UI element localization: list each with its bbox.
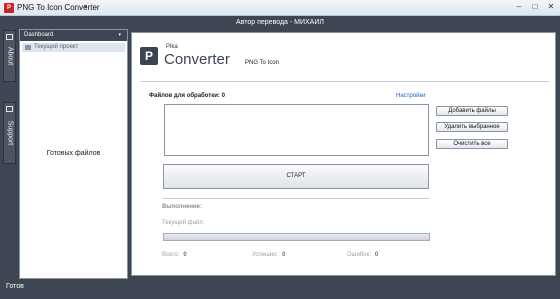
files-count-label: Файлов для обработки: 0: [149, 93, 225, 99]
ready-files-label: Готовых файлов: [46, 150, 101, 157]
stat-success-value: 0: [282, 252, 286, 258]
dashboard-header[interactable]: Dashboard ▾: [20, 30, 127, 41]
start-button[interactable]: СТАРТ: [163, 164, 429, 189]
tab-support-label: Support: [6, 120, 14, 146]
remove-selected-button[interactable]: Удалить выбранное: [436, 122, 508, 132]
stat-total-label: Всего:: [162, 252, 180, 258]
translator-bar: Автор перевода - МИХАИЛ: [0, 16, 560, 29]
tab-about-label: About: [6, 46, 14, 66]
current-file-label: Текущий файл:: [162, 220, 205, 226]
minimize-button[interactable]: –: [514, 2, 524, 12]
current-project-label: Текущий проект: [34, 44, 79, 50]
dashboard-title: Dashboard: [24, 32, 54, 38]
chevron-down-icon[interactable]: ▾: [118, 30, 121, 41]
dashboard-panel: Dashboard ▾ Текущий проект Готовых файло…: [19, 29, 128, 279]
file-list[interactable]: [164, 104, 429, 156]
title-menu-arrow-icon[interactable]: ▾: [84, 3, 87, 10]
stat-errors: Ошибок: 0: [347, 252, 378, 258]
status-text: Готов: [6, 283, 24, 290]
settings-link[interactable]: Настройки: [396, 93, 425, 99]
close-button[interactable]: ✕: [546, 2, 556, 12]
progress-bar: [163, 233, 430, 241]
status-bar: Готов: [0, 279, 560, 299]
app-icon[interactable]: P: [4, 3, 14, 13]
stat-errors-label: Ошибок:: [347, 252, 371, 258]
add-files-button[interactable]: Добавить файлы: [436, 106, 508, 116]
logo-small-text: Pika: [166, 44, 178, 50]
sidebar-item-current-project[interactable]: Текущий проект: [22, 43, 125, 52]
about-icon: [6, 34, 13, 40]
tab-about[interactable]: About: [3, 30, 16, 82]
logo-icon: P: [140, 47, 158, 65]
progress-title: Выполнение:: [162, 204, 203, 210]
progress-divider: [162, 198, 430, 199]
window-controls: – □ ✕: [514, 2, 556, 12]
title-bar: P PNG To Icon Converter ▾ – □ ✕: [0, 0, 560, 16]
project-icon: [25, 45, 31, 50]
header-divider: [140, 81, 549, 82]
main-content: P Pika Converter PNG To Icon Файлов для …: [131, 32, 556, 276]
stat-total: Всего: 0: [162, 252, 187, 258]
stat-total-value: 0: [183, 252, 187, 258]
stat-success-label: Успешно:: [252, 252, 279, 258]
logo-subtitle: PNG To Icon: [245, 60, 279, 66]
clear-all-button[interactable]: Очистить все: [436, 139, 508, 149]
stat-success: Успешно: 0: [252, 252, 285, 258]
support-icon: [6, 106, 13, 112]
logo-title: Converter: [164, 51, 230, 68]
stat-errors-value: 0: [374, 252, 379, 258]
window-title: PNG To Icon Converter: [17, 3, 100, 12]
left-tab-strip: About Support: [0, 29, 19, 279]
maximize-button[interactable]: □: [530, 2, 540, 12]
tab-support[interactable]: Support: [3, 102, 16, 164]
main-frame: P Pika Converter PNG To Icon Файлов для …: [128, 29, 560, 279]
